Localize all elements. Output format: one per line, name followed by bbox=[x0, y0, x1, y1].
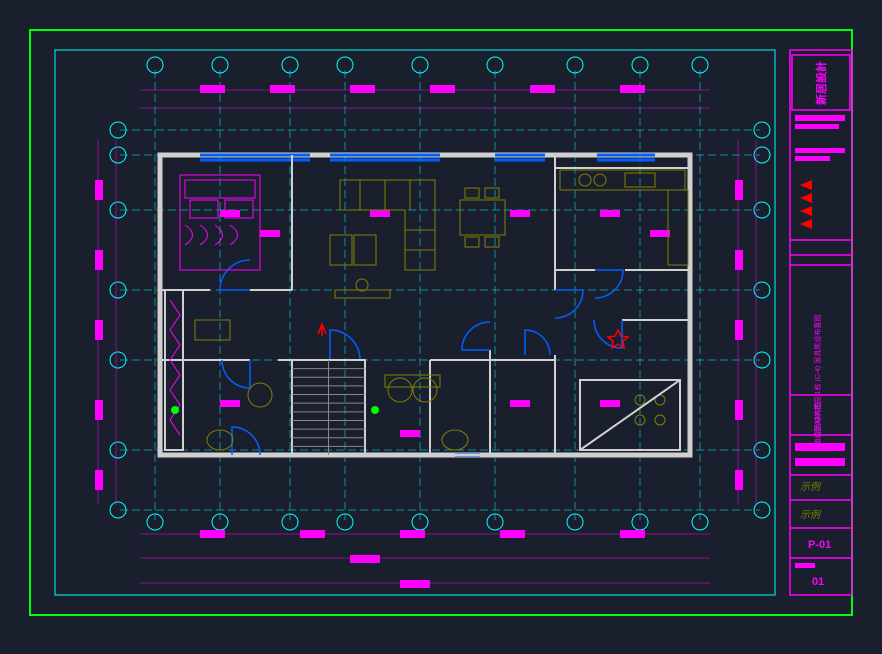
floor-plan bbox=[160, 155, 690, 455]
north-arrows bbox=[800, 180, 812, 229]
sheet-title: 原始结构图 bbox=[813, 403, 822, 438]
grid-lines bbox=[110, 57, 770, 530]
electrical-point-1 bbox=[171, 406, 179, 414]
sheet-border-inner bbox=[55, 50, 775, 595]
coffee-table bbox=[330, 235, 376, 265]
wardrobe bbox=[165, 290, 183, 450]
company-name: 新居設計 bbox=[814, 61, 828, 105]
title-block: 新居設計 南山区XXX花园 1栋 (C-4) 家具陈设布置图 原始结构图 示例 … bbox=[790, 50, 852, 595]
sheet-code: P-01 bbox=[808, 539, 831, 551]
staircase bbox=[292, 360, 365, 455]
sheet-num: 01 bbox=[812, 576, 824, 588]
desk bbox=[195, 320, 230, 340]
bathroom-1 bbox=[207, 383, 272, 450]
sheet-border-outer bbox=[30, 30, 852, 615]
entry-marker bbox=[318, 324, 326, 336]
signature-1: 示例 bbox=[800, 481, 822, 493]
dimension-lines bbox=[98, 90, 756, 583]
cad-viewport[interactable]: 新居設計 南山区XXX花园 1栋 (C-4) 家具陈设布置图 原始结构图 示例 … bbox=[0, 0, 882, 654]
appliance bbox=[580, 380, 680, 450]
electrical-point-2 bbox=[371, 406, 379, 414]
bathroom-2 bbox=[385, 375, 468, 450]
floorplan-svg: 新居設計 南山区XXX花园 1栋 (C-4) 家具陈设布置图 原始结构图 示例 … bbox=[0, 0, 882, 654]
dining-table bbox=[460, 188, 505, 247]
kitchen-counter bbox=[560, 170, 688, 265]
signature-2: 示例 bbox=[800, 509, 822, 521]
